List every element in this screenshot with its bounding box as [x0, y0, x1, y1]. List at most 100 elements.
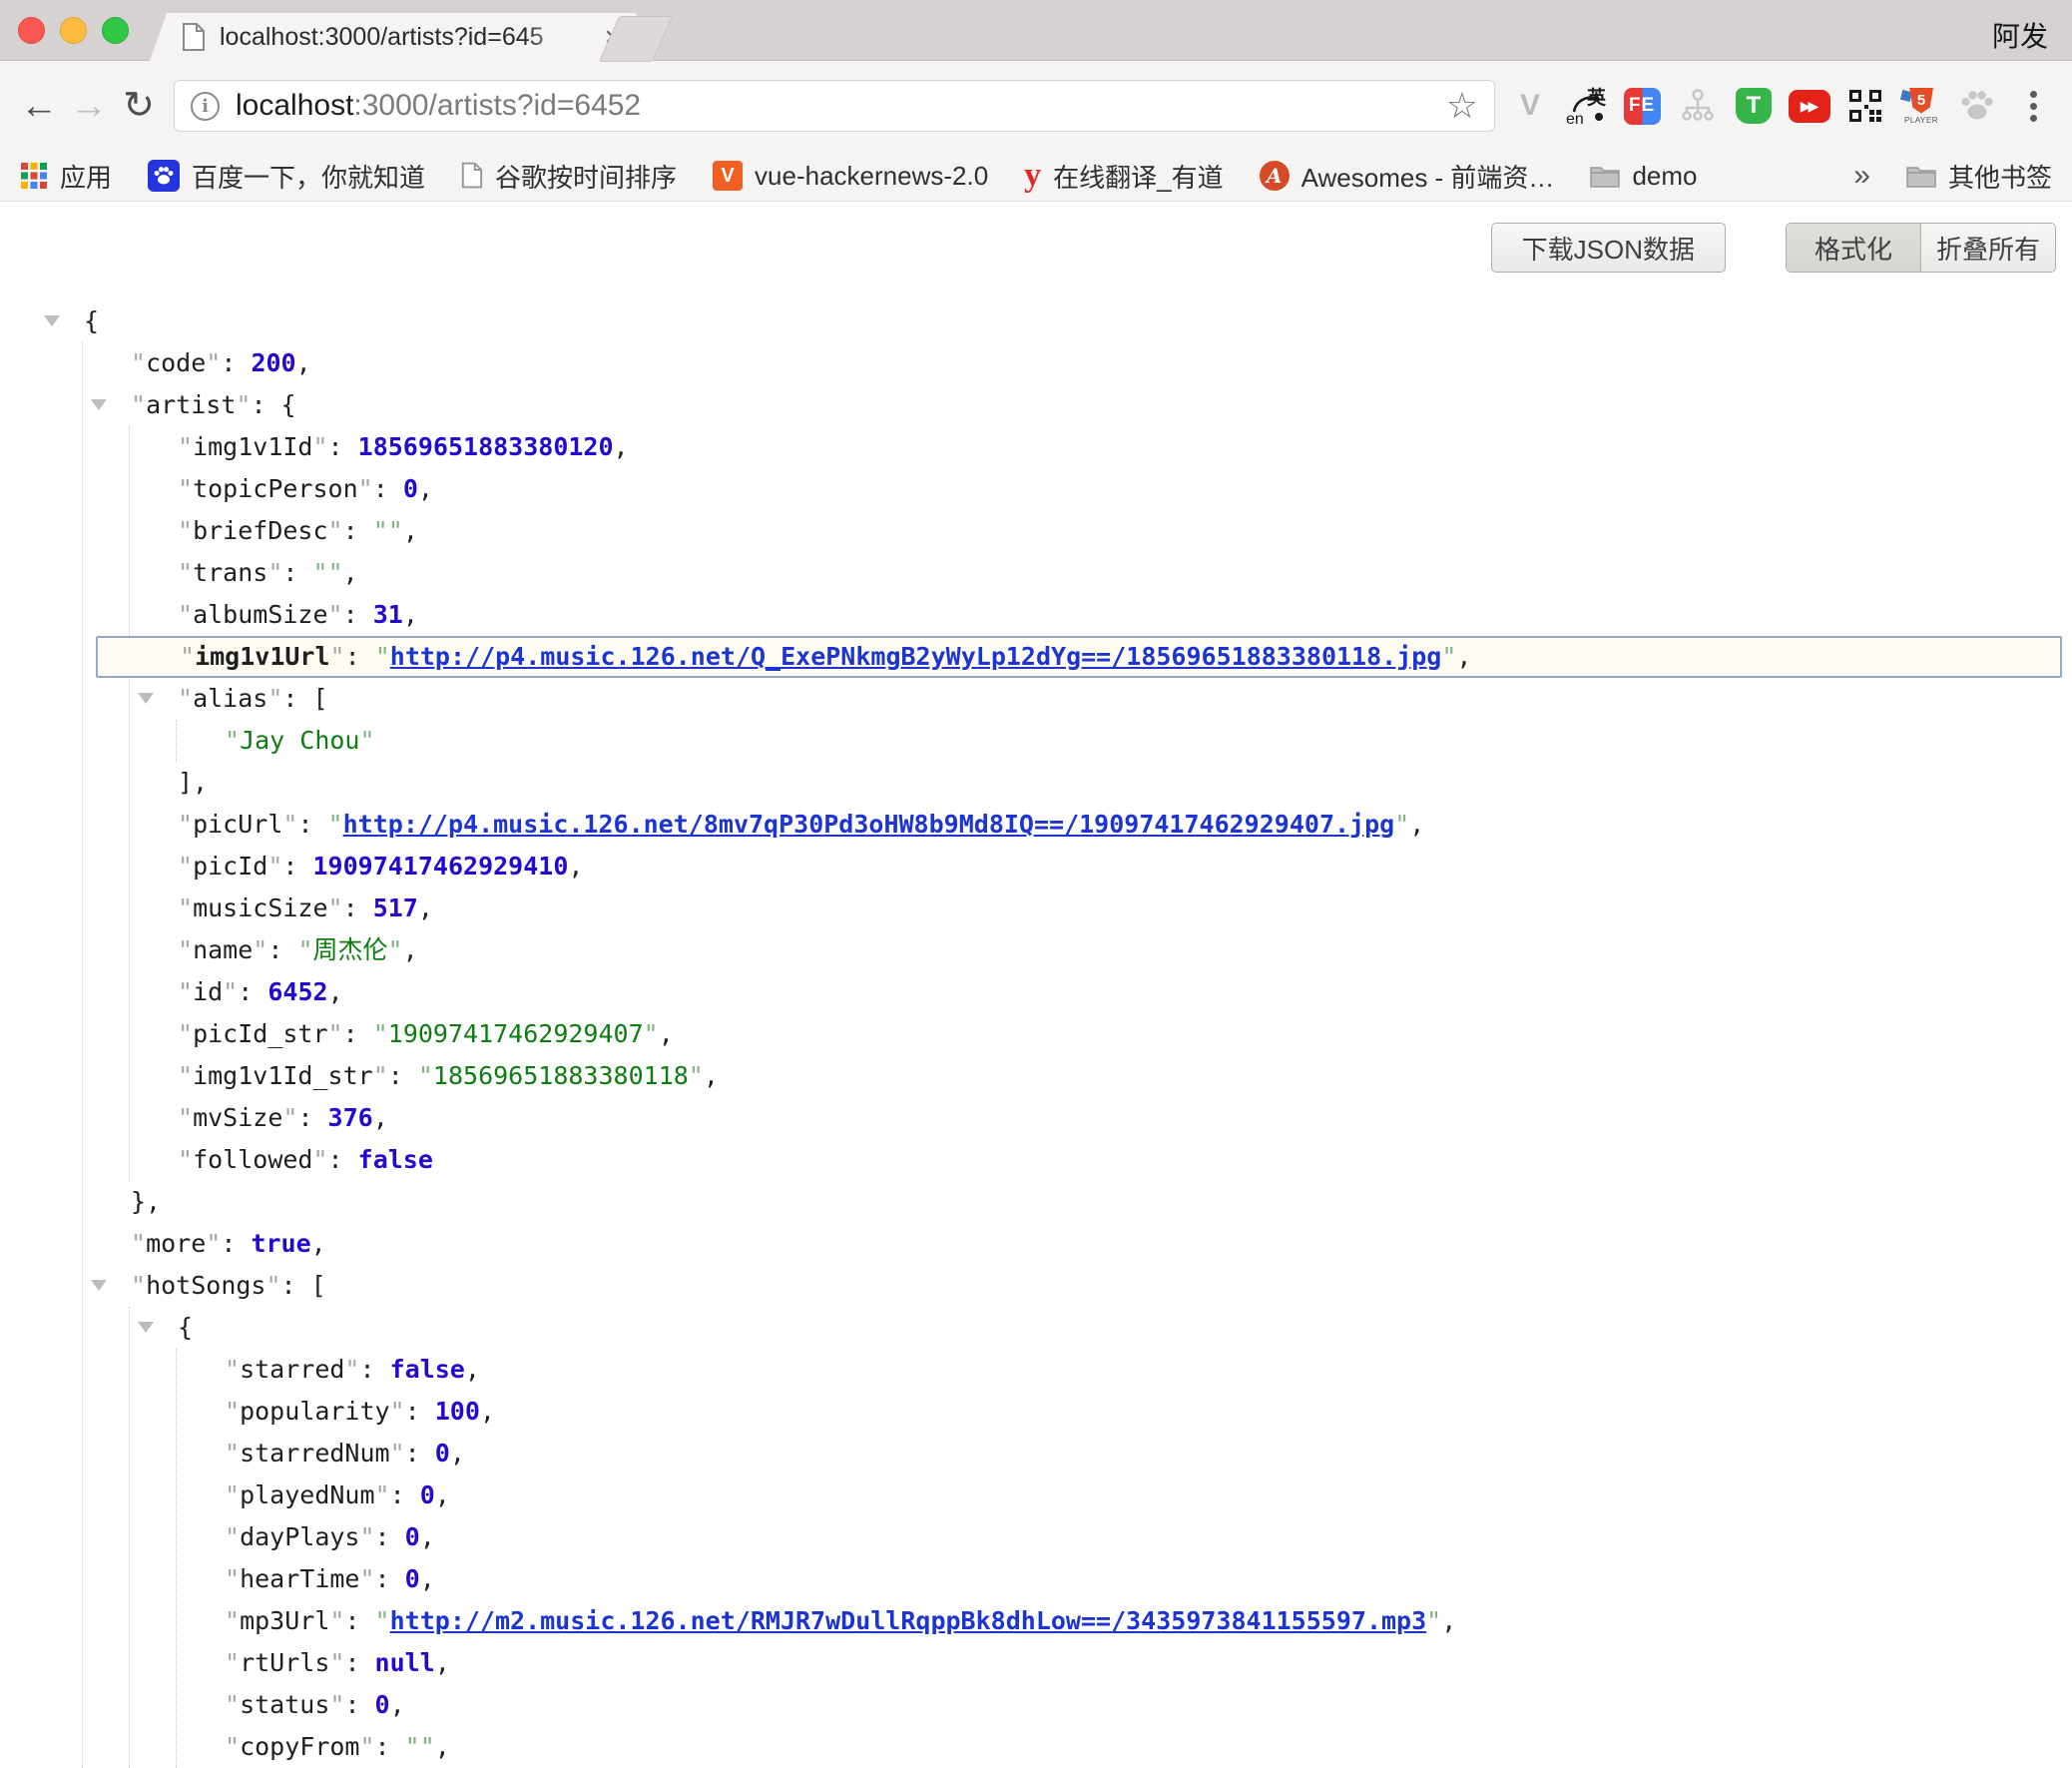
- reload-icon[interactable]: ↻: [114, 87, 164, 125]
- json-row: "musicSize": 517,: [130, 887, 2072, 929]
- json-key: briefDesc: [193, 516, 327, 545]
- bookmark-awesomes[interactable]: A Awesomes - 前端资…: [1260, 158, 1555, 195]
- json-row: "status": 0,: [177, 1684, 2072, 1726]
- collapse-toggle-icon[interactable]: [138, 693, 154, 704]
- json-literal-value: 6452: [267, 977, 327, 1006]
- other-bookmarks-folder[interactable]: 其他书签: [1906, 158, 2052, 195]
- json-literal-value: 376: [328, 1103, 373, 1132]
- collapse-toggle-icon[interactable]: [44, 315, 60, 326]
- tampermonkey-icon[interactable]: T: [1733, 85, 1775, 127]
- json-literal-value: 0: [403, 474, 418, 503]
- bookmark-baidu[interactable]: 百度一下，你就知道: [148, 158, 425, 195]
- json-literal-value: 0: [405, 1522, 420, 1551]
- json-key: img1v1Id_str: [193, 1061, 373, 1090]
- bookmarks-bar: 应用 百度一下，你就知道 谷歌按时间排序 V vue-hackernews-2.…: [0, 151, 2072, 202]
- info-icon[interactable]: i: [191, 92, 220, 121]
- download-json-button[interactable]: 下载JSON数据: [1491, 223, 1726, 273]
- json-key: status: [240, 1690, 329, 1719]
- bookmark-apps[interactable]: 应用: [20, 158, 112, 195]
- fe-extension-icon[interactable]: FE: [1621, 85, 1663, 127]
- translate-icon[interactable]: 英en: [1565, 85, 1607, 127]
- collapse-all-button[interactable]: 折叠所有: [1921, 224, 2055, 272]
- minimize-window-button[interactable]: [60, 17, 87, 44]
- json-literal-value: 517: [373, 893, 418, 922]
- url-text[interactable]: localhost:3000/artists?id=6452: [236, 89, 641, 123]
- html5-player-icon[interactable]: 5 PLAYER: [1900, 85, 1942, 127]
- json-key: rtUrls: [240, 1648, 329, 1677]
- json-literal-value: 31: [373, 600, 403, 629]
- collapse-toggle-icon[interactable]: [91, 1280, 107, 1291]
- json-row: "Jay Chou": [177, 720, 2072, 762]
- address-bar[interactable]: i localhost:3000/artists?id=6452 ☆: [174, 80, 1495, 132]
- collapse-toggle-icon[interactable]: [138, 1322, 154, 1333]
- json-key: mp3Url: [240, 1606, 329, 1635]
- format-button[interactable]: 格式化: [1787, 224, 1921, 272]
- json-key: albumSize: [193, 600, 327, 629]
- json-row: "code": 200,: [83, 342, 2072, 384]
- json-key: popularity: [240, 1397, 390, 1426]
- json-row: "copyFrom": "",: [177, 1726, 2072, 1768]
- collapse-toggle-icon[interactable]: [91, 399, 107, 410]
- bookmark-demo-folder[interactable]: demo: [1590, 161, 1697, 192]
- json-key: more: [146, 1229, 206, 1258]
- json-key: artist: [146, 390, 236, 419]
- json-key: code: [146, 348, 206, 377]
- zoom-window-button[interactable]: [102, 17, 129, 44]
- json-literal-value: 18569651883380120: [358, 432, 614, 461]
- json-row: "mp3Url": "http://m2.music.126.net/RMJR7…: [177, 1600, 2072, 1642]
- close-window-button[interactable]: [18, 17, 45, 44]
- page-icon: [461, 162, 483, 190]
- vue-devtools-icon[interactable]: V: [1509, 85, 1551, 127]
- json-string-value: Jay Chou: [240, 726, 359, 755]
- bookmarks-overflow-chevron[interactable]: »: [1853, 159, 1870, 193]
- json-link[interactable]: http://p4.music.126.net/8mv7qP30Pd3oHW8b…: [343, 810, 1395, 839]
- menu-dots-icon[interactable]: [2012, 85, 2054, 127]
- json-literal-value: 200: [251, 348, 295, 377]
- json-row: "popularity": 100,: [177, 1391, 2072, 1433]
- json-viewer-actions: 下载JSON数据 格式化 折叠所有: [1491, 223, 2056, 273]
- title-bar: localhost:3000/artists?id=645 × 阿发: [0, 0, 2072, 61]
- bookmark-label: 其他书签: [1948, 158, 2052, 195]
- browser-toolbar: ← → ↻ i localhost:3000/artists?id=6452 ☆…: [0, 61, 2072, 151]
- json-key: hotSongs: [146, 1271, 265, 1300]
- json-row: "hotSongs": [: [83, 1265, 2072, 1307]
- json-row: "picId": 19097417462929410,: [130, 846, 2072, 887]
- json-row: "id": 6452,: [130, 971, 2072, 1013]
- bookmark-label: 在线翻译_有道: [1053, 158, 1223, 195]
- baidu-icon: [148, 160, 180, 192]
- json-literal-value: null: [375, 1648, 435, 1677]
- json-row: {: [130, 1307, 2072, 1349]
- json-key: copyFrom: [240, 1732, 359, 1761]
- folder-icon: [1906, 164, 1936, 188]
- awesomes-icon: A: [1260, 161, 1290, 191]
- json-link[interactable]: http://p4.music.126.net/Q_ExePNkmgB2yWyL…: [390, 642, 1442, 671]
- bookmark-label: demo: [1632, 161, 1697, 192]
- json-key: id: [193, 977, 223, 1006]
- json-row: "rtUrls": null,: [177, 1642, 2072, 1684]
- json-row: "briefDesc": "",: [130, 510, 2072, 552]
- json-row: "picId_str": "19097417462929407",: [130, 1013, 2072, 1055]
- bookmark-vue-hackernews[interactable]: V vue-hackernews-2.0: [713, 161, 988, 192]
- sitemap-extension-icon[interactable]: [1677, 85, 1719, 127]
- qr-code-icon[interactable]: [1844, 85, 1886, 127]
- json-literal-value: 19097417462929410: [313, 852, 569, 881]
- json-tree: {"code": 200,"artist": {"img1v1Id": 1856…: [0, 300, 2072, 1768]
- back-icon[interactable]: ←: [14, 87, 64, 125]
- json-key: musicSize: [193, 893, 327, 922]
- json-key: playedNum: [240, 1480, 374, 1509]
- bookmark-star-icon[interactable]: ☆: [1446, 88, 1478, 124]
- youdao-icon: y: [1024, 159, 1041, 193]
- browser-tab[interactable]: localhost:3000/artists?id=645 ×: [150, 13, 653, 61]
- json-row: "name": "周杰伦",: [130, 929, 2072, 971]
- folder-icon: [1590, 164, 1620, 188]
- video-speed-icon[interactable]: ▶▶: [1789, 85, 1830, 127]
- baidu-paw-icon[interactable]: [1956, 85, 1998, 127]
- json-key: starredNum: [240, 1439, 390, 1468]
- json-row: "artist": {: [83, 384, 2072, 426]
- json-row: ],: [130, 762, 2072, 804]
- bookmark-youdao[interactable]: y 在线翻译_有道: [1024, 158, 1223, 195]
- bookmark-google-sort[interactable]: 谷歌按时间排序: [461, 158, 677, 195]
- profile-name[interactable]: 阿发: [1992, 15, 2048, 55]
- json-link[interactable]: http://m2.music.126.net/RMJR7wDullRqppBk…: [390, 1606, 1427, 1635]
- json-key: topicPerson: [193, 474, 358, 503]
